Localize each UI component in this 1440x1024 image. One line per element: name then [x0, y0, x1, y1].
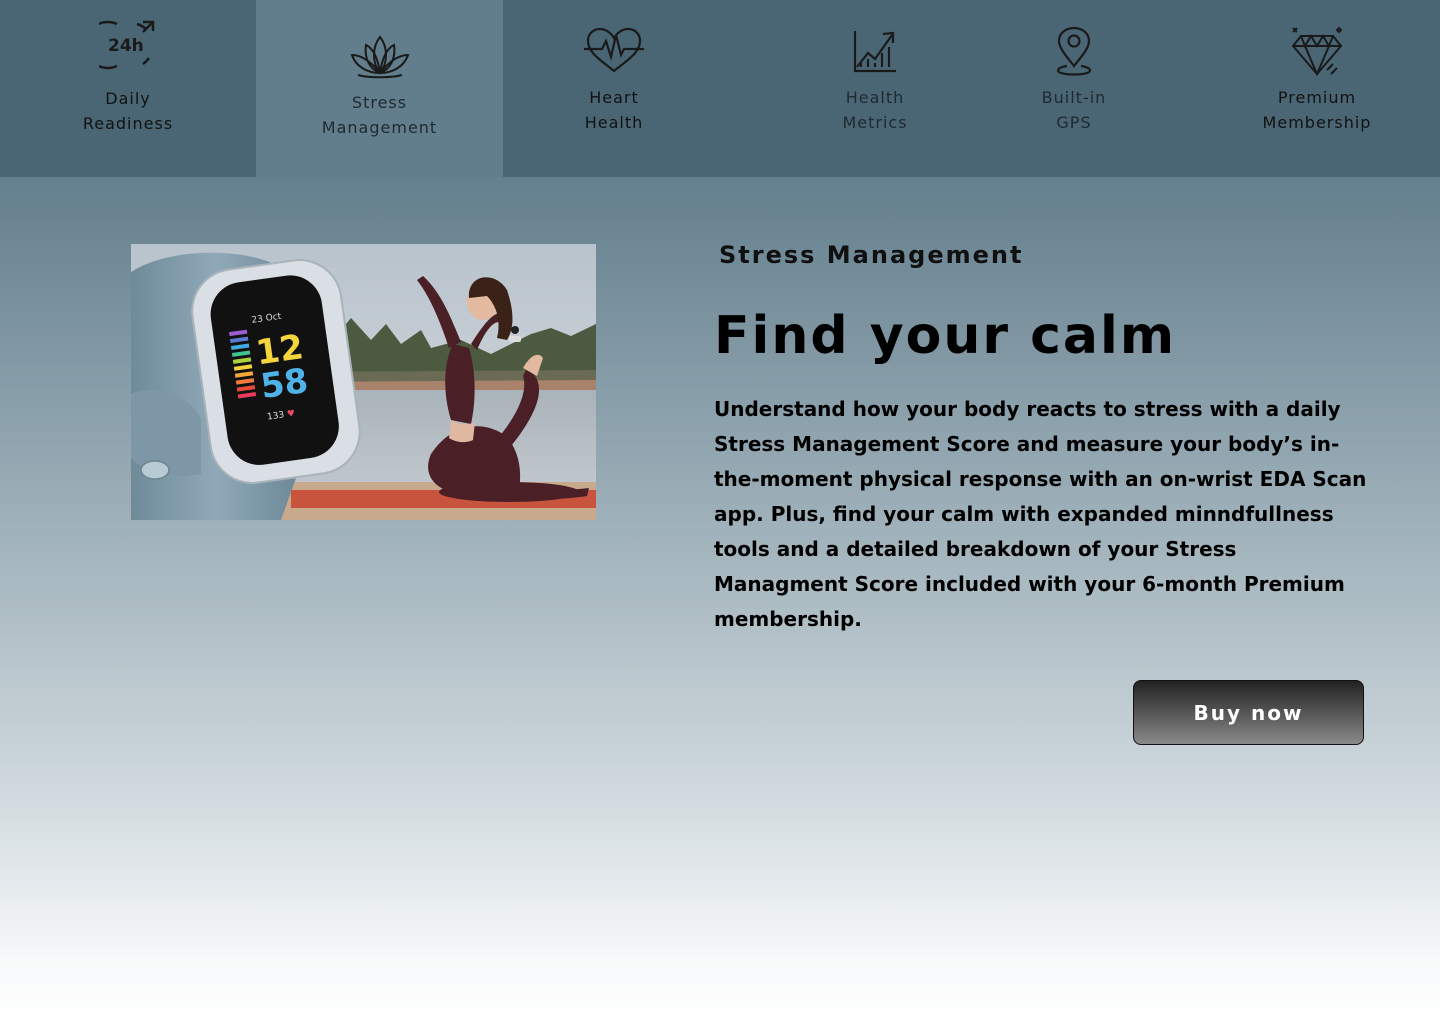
- feature-image: 23 Oct 12 58 133 ♥: [131, 244, 596, 520]
- diamond-icon: [1291, 26, 1343, 76]
- tab-premium-membership[interactable]: Premium Membership: [1220, 0, 1414, 177]
- tab-built-in-gps-label: Built-in GPS: [1041, 88, 1107, 132]
- map-pin-icon: [1055, 26, 1093, 76]
- tab-heart-health-label: Heart Health: [584, 88, 644, 132]
- tab-health-metrics-label: Health Metrics: [842, 88, 908, 132]
- trending-chart-icon: [852, 29, 898, 73]
- watch-minute: 58: [258, 361, 310, 407]
- heartbeat-icon: [584, 27, 644, 73]
- 24h-clock-text: 24h: [108, 36, 144, 56]
- buy-now-button[interactable]: Buy now: [1133, 680, 1364, 745]
- feature-description: Understand how your body reacts to stres…: [714, 397, 1367, 631]
- lotus-icon: [350, 33, 410, 79]
- yoga-tracker-illustration: 23 Oct 12 58 133 ♥: [131, 244, 596, 520]
- feature-tab-bar: 24h Daily Readiness Stress Management He…: [0, 0, 1440, 177]
- watch-heart-icon: ♥: [286, 409, 295, 420]
- tab-heart-health[interactable]: Heart Health: [503, 0, 725, 177]
- feature-headline: Find your calm: [714, 306, 1177, 366]
- tab-daily-readiness-label: Daily Readiness: [82, 89, 174, 133]
- feature-eyebrow: Stress Management: [719, 241, 1024, 269]
- tab-health-metrics[interactable]: Health Metrics: [775, 0, 975, 177]
- tab-daily-readiness[interactable]: 24h Daily Readiness: [0, 0, 256, 177]
- tab-built-in-gps[interactable]: Built-in GPS: [1000, 0, 1148, 177]
- 24h-clock-icon: 24h: [99, 18, 157, 72]
- tab-stress-management[interactable]: Stress Management: [256, 0, 503, 177]
- tab-premium-membership-label: Premium Membership: [1262, 88, 1372, 132]
- tab-stress-management-label: Stress Management: [321, 93, 438, 137]
